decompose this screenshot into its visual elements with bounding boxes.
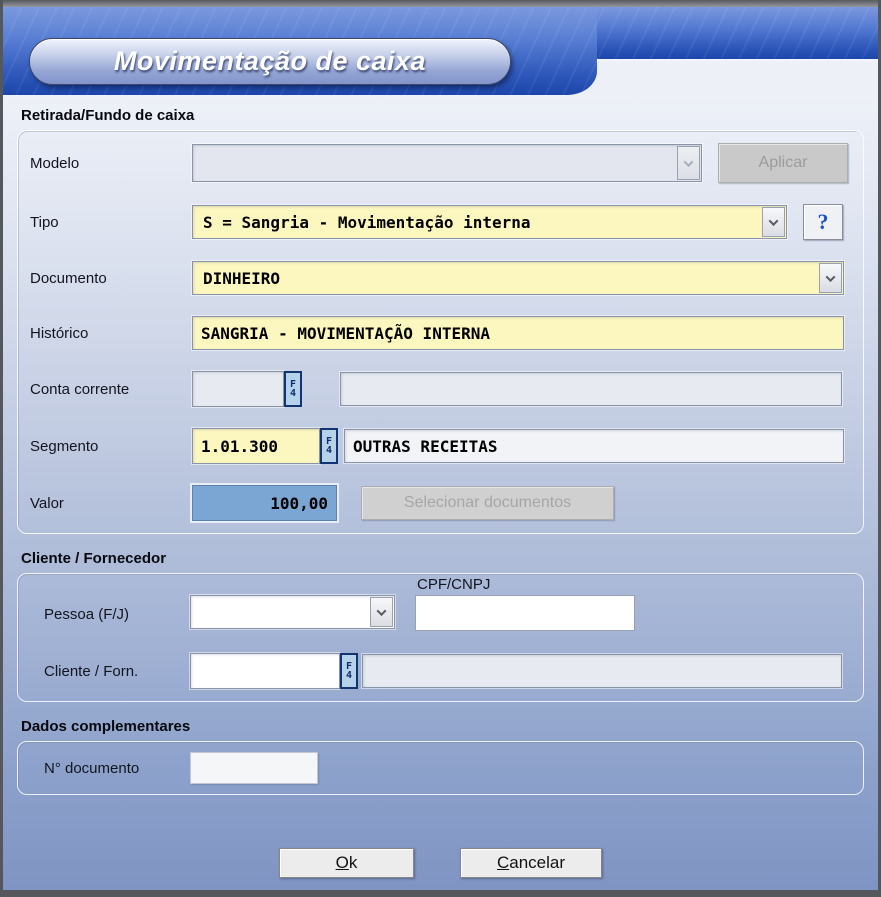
chevron-down-icon [370, 597, 393, 627]
cliente-forn-label: Cliente / Forn. [42, 663, 190, 680]
retirada-groupbox: Modelo Aplicar Tipo S = Sangria - Movime… [17, 130, 864, 534]
valor-row: Valor Selecionar documentos [30, 485, 851, 521]
segmento-code-input[interactable] [192, 428, 320, 464]
ok-button[interactable]: Ok [279, 848, 414, 878]
f4-icon: F4 [290, 380, 297, 398]
historico-label: Histórico [30, 325, 192, 342]
cliente-forn-row: Cliente / Forn. F4 [30, 653, 851, 689]
numdoc-input[interactable] [190, 752, 318, 784]
cliente-forn-desc-input[interactable] [362, 654, 842, 688]
chevron-down-icon [762, 207, 785, 237]
dados-groupbox: N° documento [17, 741, 864, 795]
chevron-down-icon [677, 146, 700, 180]
pessoa-row: Pessoa (F/J) CPF/CNPJ [30, 576, 851, 631]
documento-label: Documento [30, 270, 192, 287]
documento-select-value: DINHEIRO [193, 269, 818, 288]
cliente-groupbox: Pessoa (F/J) CPF/CNPJ Cliente / Forn. F4 [17, 573, 864, 702]
conta-corrente-desc-input[interactable] [340, 372, 842, 406]
valor-input[interactable] [192, 485, 337, 521]
conta-corrente-label: Conta corrente [30, 381, 192, 398]
f4-icon: F4 [346, 662, 353, 680]
dados-section-heading: Dados complementares [21, 718, 864, 735]
dialog-title: Movimentação de caixa [114, 46, 426, 77]
dialog-body: Retirada/Fundo de caixa Modelo Aplicar T… [3, 95, 878, 890]
f4-lookup-button[interactable]: F4 [340, 653, 358, 689]
cash-movement-dialog: Movimentação de caixa Retirada/Fundo de … [0, 0, 881, 897]
cpf-cnpj-input[interactable] [415, 595, 635, 631]
valor-label: Valor [30, 495, 192, 512]
tipo-label: Tipo [30, 214, 192, 231]
conta-corrente-row: Conta corrente F4 [30, 371, 851, 407]
documento-row: Documento DINHEIRO [30, 261, 851, 295]
tipo-select-value: S = Sangria - Movimentação interna [193, 213, 761, 232]
dialog-header: Movimentação de caixa [3, 7, 878, 95]
segmento-desc-input[interactable] [344, 429, 844, 463]
cancel-button[interactable]: Cancelar [460, 848, 602, 878]
f4-lookup-button[interactable]: F4 [320, 428, 338, 464]
retirada-section-heading: Retirada/Fundo de caixa [21, 107, 864, 124]
chevron-down-icon [819, 263, 842, 293]
modelo-row: Modelo Aplicar [30, 143, 851, 183]
aplicar-button[interactable]: Aplicar [718, 143, 848, 183]
f4-icon: F4 [326, 437, 333, 455]
cpf-cnpj-group: CPF/CNPJ [415, 576, 635, 631]
historico-input[interactable] [192, 316, 844, 350]
documento-select[interactable]: DINHEIRO [192, 261, 844, 295]
tipo-row: Tipo S = Sangria - Movimentação interna … [30, 204, 851, 240]
pessoa-label: Pessoa (F/J) [42, 606, 190, 623]
title-pill: Movimentação de caixa [29, 38, 511, 85]
numdoc-row: N° documento [30, 752, 851, 784]
modelo-label: Modelo [30, 155, 192, 172]
numdoc-label: N° documento [42, 760, 190, 777]
tipo-select[interactable]: S = Sangria - Movimentação interna [192, 205, 787, 239]
dialog-footer: Ok Cancelar [17, 848, 864, 878]
conta-corrente-code-input[interactable] [192, 371, 284, 407]
segmento-row: Segmento F4 [30, 428, 851, 464]
help-button[interactable]: ? [803, 204, 843, 240]
cpf-cnpj-label: CPF/CNPJ [417, 576, 635, 593]
f4-lookup-button[interactable]: F4 [284, 371, 302, 407]
modelo-select[interactable] [192, 144, 702, 182]
selecionar-documentos-button[interactable]: Selecionar documentos [361, 486, 614, 520]
cliente-forn-code-input[interactable] [190, 653, 340, 689]
segmento-label: Segmento [30, 438, 192, 455]
pessoa-select[interactable] [190, 595, 395, 629]
historico-row: Histórico [30, 316, 851, 350]
cliente-section-heading: Cliente / Fornecedor [21, 550, 864, 567]
window-top-edge [3, 0, 878, 7]
